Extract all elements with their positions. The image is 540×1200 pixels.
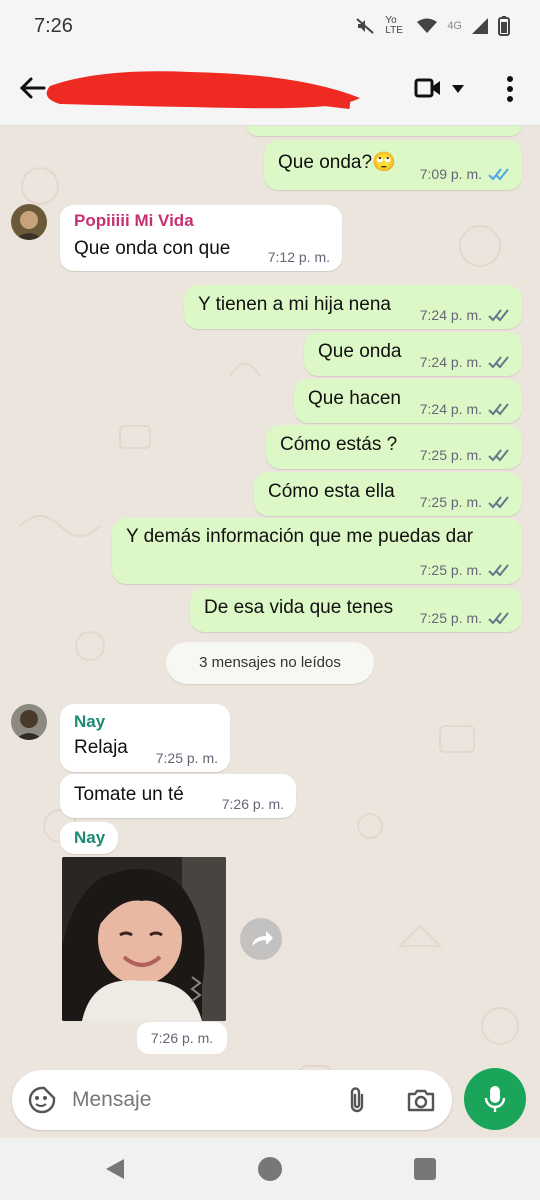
message-bubble[interactable]: Que onda?🙄 7:09 p. m.: [264, 140, 522, 190]
message-bubble[interactable]: Tomate un té 7:26 p. m.: [60, 774, 296, 818]
message-bubble-partial[interactable]: [246, 126, 522, 136]
message-bubble[interactable]: Y demás información que me puedas dar 7:…: [112, 518, 522, 584]
system-nav-bar: [0, 1138, 540, 1200]
message-time: 7:26 p. m.: [221, 796, 284, 812]
message-text: Cómo esta ella: [268, 481, 395, 502]
message-time: 7:25 p. m.: [419, 562, 482, 578]
delivered-ticks-icon: [488, 309, 509, 322]
message-text: Y tienen a mi hija nena: [198, 294, 391, 315]
message-meta: 7:12 p. m.: [268, 249, 330, 265]
camera-icon[interactable]: [406, 1085, 436, 1115]
delivered-ticks-icon: [488, 496, 509, 509]
message-text: Que onda?🙄: [278, 152, 396, 173]
message-meta: 7:25 p. m.: [420, 562, 510, 578]
message-bubble[interactable]: Que onda 7:24 p. m.: [304, 332, 522, 376]
message-time: 7:09 p. m.: [419, 166, 482, 182]
message-time: 7:25 p. m.: [419, 494, 482, 510]
message-text: Cómo estás ?: [280, 434, 398, 455]
message-time: 7:26 p. m.: [137, 1022, 227, 1054]
signal-icon: [472, 18, 488, 34]
message-bubble[interactable]: Que hacen 7:24 p. m.: [294, 379, 522, 423]
message-meta: 7:25 p. m.: [156, 750, 218, 766]
message-bubble[interactable]: Y tienen a mi hija nena 7:24 p. m.: [184, 285, 522, 329]
forward-button[interactable]: [240, 918, 282, 960]
message-text: Que onda: [318, 341, 402, 362]
nav-home-icon[interactable]: [258, 1157, 282, 1181]
message-text: Y demás información que me puedas dar: [126, 526, 474, 547]
chat-area[interactable]: Que onda?🙄 7:09 p. m. Popiiiii Mi Vida Q…: [0, 126, 540, 1136]
message-text: Que hacen: [308, 388, 401, 409]
chat-header: [0, 54, 540, 126]
network-lte-label: Yo LTE: [385, 15, 403, 36]
message-time: 7:24 p. m.: [419, 354, 482, 370]
more-vertical-icon[interactable]: [502, 74, 518, 104]
battery-icon: [498, 16, 510, 36]
message-bubble[interactable]: De esa vida que tenes 7:25 p. m.: [190, 588, 522, 632]
message-meta: 7:26 p. m.: [222, 796, 284, 812]
read-ticks-icon: [488, 168, 509, 181]
nav-recents-icon[interactable]: [414, 1158, 436, 1180]
message-meta: 7:25 p. m.: [420, 610, 510, 626]
unread-divider: 3 mensajes no leídos: [166, 642, 374, 684]
network-4g-label: 4G: [447, 20, 462, 32]
video-call-icon[interactable]: [414, 76, 442, 100]
message-bubble[interactable]: Nay Relaja 7:25 p. m.: [60, 704, 230, 772]
sticker-icon[interactable]: [28, 1086, 56, 1114]
sender-tag[interactable]: Nay: [60, 822, 118, 854]
mute-icon: [356, 18, 374, 34]
message-meta: 7:09 p. m.: [420, 166, 510, 182]
status-time: 7:26: [34, 15, 73, 37]
message-time: 7:12 p. m.: [267, 249, 330, 265]
message-bubble[interactable]: Popiiiii Mi Vida Que onda con que 7:12 p…: [60, 205, 342, 271]
message-text: Que onda con que: [74, 238, 231, 259]
delivered-ticks-icon: [488, 356, 509, 369]
message-meta: 7:24 p. m.: [420, 354, 510, 370]
delivered-ticks-icon: [488, 449, 509, 462]
message-meta: 7:25 p. m.: [420, 494, 510, 510]
message-composer: [12, 1070, 452, 1130]
message-bubble[interactable]: Cómo estás ? 7:25 p. m.: [266, 425, 522, 469]
photo-message[interactable]: [62, 857, 226, 1021]
message-meta: 7:25 p. m.: [420, 447, 510, 463]
delivered-ticks-icon: [488, 612, 509, 625]
message-text: Tomate un té: [74, 784, 184, 805]
message-time: 7:24 p. m.: [419, 401, 482, 417]
status-bar: 7:26 Yo LTE 4G: [0, 0, 540, 54]
chevron-down-icon[interactable]: [452, 85, 464, 93]
status-icons: Yo LTE 4G: [355, 16, 510, 36]
avatar-nay[interactable]: [11, 704, 47, 740]
message-text: De esa vida que tenes: [204, 597, 394, 618]
avatar-popi[interactable]: [11, 204, 47, 240]
delivered-ticks-icon: [488, 403, 509, 416]
nav-back-icon[interactable]: [104, 1158, 126, 1180]
message-time: 7:25 p. m.: [419, 610, 482, 626]
microphone-icon: [484, 1086, 506, 1112]
redacted-contact-name[interactable]: [40, 64, 370, 116]
message-time: 7:25 p. m.: [419, 447, 482, 463]
message-meta: 7:24 p. m.: [420, 401, 510, 417]
message-meta: 7:24 p. m.: [420, 307, 510, 323]
sender-name[interactable]: Nay: [74, 712, 105, 732]
voice-record-button[interactable]: [464, 1068, 526, 1130]
message-input[interactable]: [72, 1082, 322, 1118]
message-text: Relaja: [74, 737, 128, 758]
delivered-ticks-icon: [488, 564, 509, 577]
message-time: 7:25 p. m.: [155, 750, 218, 766]
message-bubble[interactable]: Cómo esta ella 7:25 p. m.: [254, 472, 522, 516]
sender-name[interactable]: Nay: [74, 828, 105, 848]
paperclip-icon[interactable]: [342, 1085, 372, 1115]
wifi-icon: [417, 18, 438, 33]
sender-name[interactable]: Popiiiii Mi Vida: [74, 211, 194, 231]
forward-icon: [252, 931, 273, 946]
message-time: 7:24 p. m.: [419, 307, 482, 323]
